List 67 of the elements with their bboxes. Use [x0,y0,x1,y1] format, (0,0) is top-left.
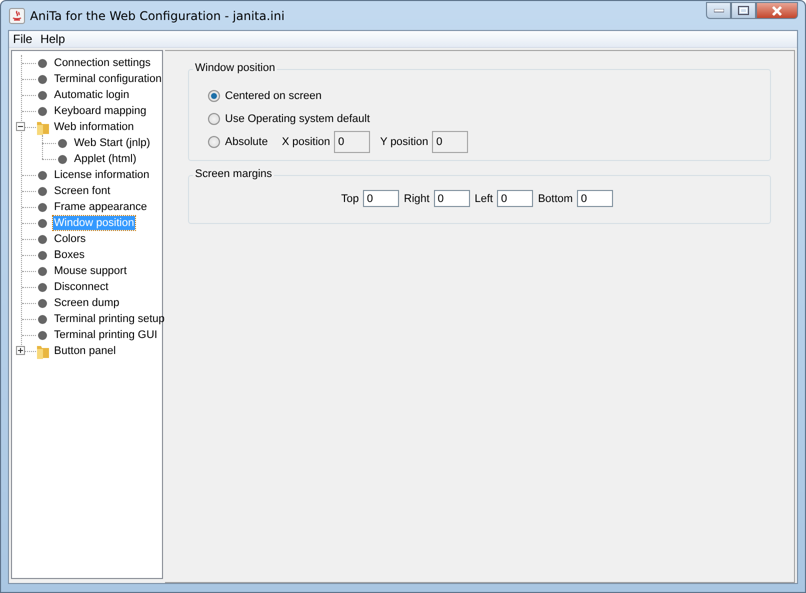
bullet-icon [38,330,47,340]
radio-button[interactable] [208,136,220,148]
bullet-icon [38,202,47,212]
group-title: Window position [193,62,278,74]
bullet-icon [38,186,47,196]
bullet-icon [38,282,47,292]
bullet-icon [38,218,47,228]
collapse-icon[interactable] [16,122,25,131]
tree-item[interactable]: Terminal printing setup [53,312,166,326]
tree-item[interactable]: Connection settings [53,56,152,70]
tree-item[interactable]: Mouse support [53,264,128,278]
maximize-icon [738,6,749,15]
expand-icon[interactable] [16,346,25,355]
minimize-button[interactable] [706,2,731,19]
radio-label: Absolute [225,136,268,148]
bullet-icon [58,138,67,148]
tree-item[interactable]: Automatic login [53,88,130,102]
bullet-icon [38,74,47,84]
radio-button[interactable] [208,90,220,102]
tree-item[interactable]: Disconnect [53,280,110,294]
tree-item[interactable]: License information [53,168,150,182]
tree-item[interactable]: Button panel [53,344,117,358]
tree-item[interactable]: Boxes [53,248,86,262]
input-field[interactable]: 0 [434,190,470,207]
bullet-icon [38,234,47,244]
bullet-icon [38,106,47,116]
tree-item[interactable]: Screen dump [53,296,120,310]
menu-item[interactable]: File [11,32,34,46]
folder-icon [36,120,50,134]
tree-item[interactable]: Colors [53,232,87,246]
tree-item[interactable]: Applet (html) [73,152,138,166]
close-icon [771,6,783,16]
folder-icon [36,344,50,358]
tree-item[interactable]: Keyboard mapping [53,104,148,118]
input-field[interactable]: 0 [362,190,399,207]
tree-item[interactable]: Terminal configuration [53,72,163,86]
bullet-icon [38,170,47,180]
minimize-icon [714,8,724,12]
input-field[interactable]: 0 [496,190,533,207]
tree-item[interactable]: Web Start (jnlp) [73,136,152,150]
tree-item[interactable]: Web information [53,120,135,134]
field-label: Right [404,192,430,204]
bullet-icon [38,90,47,100]
bullet-icon [38,250,47,260]
field-label: X position [282,136,330,148]
menu-item[interactable]: Help [38,32,68,46]
bullet-icon [58,154,67,164]
radio-label: Centered on screen [225,90,322,102]
field-label: Y position [380,136,428,148]
field-label: Bottom [538,192,573,204]
maximize-button[interactable] [731,2,756,19]
group-title: Screen margins [193,168,274,180]
tree-item[interactable]: Screen font [53,184,112,198]
bullet-icon [38,298,47,308]
bullet-icon [38,266,47,276]
tree-item[interactable]: Frame appearance [53,200,148,214]
bullet-icon [38,314,47,324]
field-label: Top [341,192,359,204]
radio-label: Use Operating system default [225,113,370,125]
window-title: AniTa for the Web Configuration - janita.ini [30,8,286,22]
radio-button[interactable] [208,113,220,125]
input-field[interactable]: 0 [576,190,613,207]
bullet-icon [38,58,47,68]
tree-item[interactable]: Terminal printing GUI [53,328,158,342]
app-icon [9,8,25,24]
field-label: Left [474,192,493,204]
close-button[interactable] [756,2,798,19]
